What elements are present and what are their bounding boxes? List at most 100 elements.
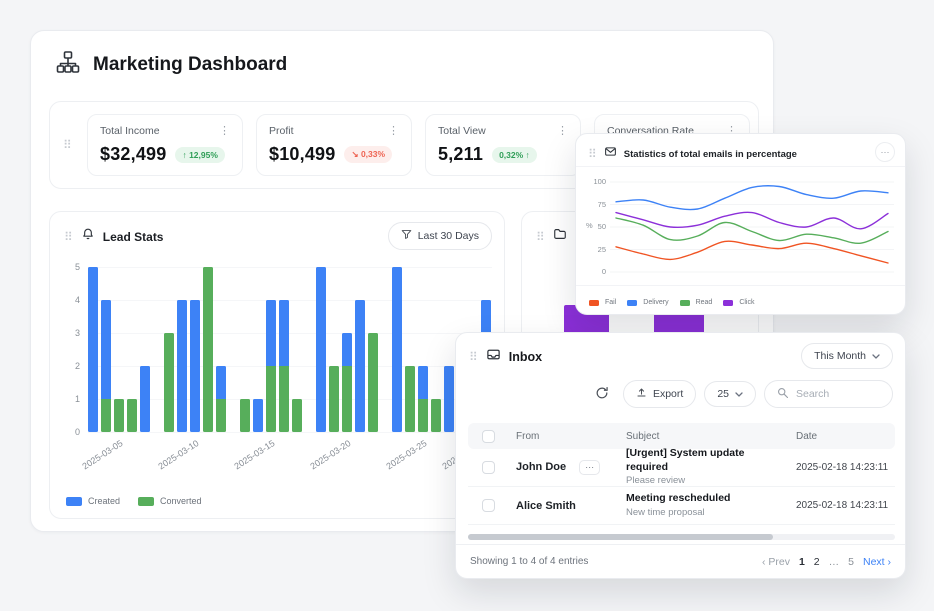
drag-handle-icon[interactable]: ⠿ — [588, 148, 597, 160]
page-button-2[interactable]: 2 — [814, 556, 820, 568]
created-segment — [140, 366, 150, 432]
fail-legend-chip — [589, 300, 599, 306]
email-subject: [Urgent] System update required — [626, 447, 788, 474]
converted-segment — [266, 366, 276, 432]
date-range-filter-button[interactable]: Last 30 Days — [388, 222, 492, 250]
drag-handle-icon[interactable]: ⠿ — [469, 351, 478, 363]
legend-label: Converted — [160, 496, 202, 506]
stacked-bar — [444, 366, 454, 432]
folder-icon — [553, 227, 567, 246]
horizontal-scrollbar[interactable] — [468, 534, 895, 540]
period-filter-label: This Month — [814, 350, 866, 362]
created-segment — [216, 366, 226, 399]
trend-badge: 0,32% ↑ — [492, 147, 537, 163]
chevron-down-icon — [872, 350, 880, 362]
inbox-card: ⠿ Inbox This Month — [455, 332, 906, 579]
delivery-line — [616, 186, 888, 210]
created-segment — [392, 267, 402, 432]
stat-card-total-income: Total Income ⋮ $32,499 ↑ 12,95% — [87, 114, 243, 176]
y-axis-tick: 1 — [75, 394, 80, 404]
search-box[interactable] — [764, 380, 893, 408]
stacked-bar — [127, 399, 137, 432]
converted-segment — [164, 333, 174, 432]
column-header-from: From — [508, 431, 618, 442]
click-line — [616, 212, 888, 229]
fail-line — [616, 241, 888, 263]
stacked-bar — [355, 300, 365, 432]
divider — [576, 166, 905, 167]
legend-label: Read — [696, 299, 713, 306]
refresh-icon — [595, 386, 609, 403]
created-segment — [279, 300, 289, 366]
more-menu-button[interactable]: ⋯ — [875, 142, 895, 162]
email-date: 2025-02-18 14:23:11 — [788, 500, 895, 511]
stat-label: Profit — [269, 125, 294, 137]
page-title: Marketing Dashboard — [93, 54, 287, 76]
converted-segment — [342, 366, 352, 432]
converted-segment — [114, 399, 124, 432]
page-button-5[interactable]: 5 — [848, 556, 854, 568]
y-axis-tick: 5 — [75, 262, 80, 272]
scrollbar-thumb[interactable] — [468, 534, 773, 540]
delivery-legend-chip — [627, 300, 637, 306]
converted-segment — [240, 399, 250, 432]
table-row[interactable]: Alice Smith Meeting rescheduled New time… — [468, 487, 895, 525]
stacked-bar — [418, 366, 428, 432]
y-axis-tick: 25 — [598, 245, 606, 254]
pagination: ‹ Prev 1 2 … 5 Next › — [762, 556, 891, 568]
table-header-row: From Subject Date — [468, 423, 895, 449]
column-header-subject: Subject — [618, 431, 788, 442]
drag-handle-icon[interactable]: ⠿ — [63, 139, 72, 151]
page-size-select[interactable]: 25 — [704, 381, 756, 407]
period-filter-button[interactable]: This Month — [801, 343, 893, 369]
kebab-menu-icon[interactable]: ⋮ — [388, 126, 399, 137]
converted-segment — [431, 399, 441, 432]
lead-stats-card: ⠿ Lead Stats Last 30 Days 012345 — [49, 211, 505, 519]
row-checkbox[interactable] — [482, 499, 495, 512]
click-legend-chip — [723, 300, 733, 306]
export-button[interactable]: Export — [623, 380, 696, 408]
drag-handle-icon[interactable]: ⠿ — [64, 231, 73, 243]
y-axis-tick: 4 — [75, 295, 80, 305]
divider — [576, 285, 905, 286]
drag-handle-icon[interactable]: ⠿ — [536, 231, 545, 243]
stacked-bar — [190, 300, 200, 432]
page-size-value: 25 — [717, 388, 729, 400]
stacked-bar — [279, 300, 289, 432]
sender-name: Alice Smith — [516, 500, 576, 512]
y-axis-tick: 3 — [75, 328, 80, 338]
column-header-date: Date — [788, 431, 895, 442]
y-axis-tick: 75 — [598, 200, 606, 209]
created-segment — [190, 300, 200, 432]
refresh-button[interactable] — [589, 381, 615, 407]
row-checkbox[interactable] — [482, 461, 495, 474]
next-page-button[interactable]: Next › — [863, 556, 891, 568]
search-input[interactable] — [794, 387, 880, 401]
created-segment — [88, 267, 98, 432]
read-legend-chip — [680, 300, 690, 306]
converted-segment — [329, 366, 339, 432]
stacked-bar — [203, 267, 213, 432]
select-all-checkbox[interactable] — [482, 430, 495, 443]
email-stats-card: ⠿ Statistics of total emails in percenta… — [575, 133, 906, 315]
prev-page-button[interactable]: ‹ Prev — [762, 556, 790, 568]
y-axis-tick: 100 — [593, 177, 606, 186]
table-row[interactable]: John Doe ⋯ [Urgent] System update requir… — [468, 449, 895, 487]
page-button-1[interactable]: 1 — [799, 556, 805, 568]
trend-badge: ↘ 0,33% — [344, 146, 392, 163]
x-axis-label: 2025-03-20 — [308, 438, 352, 471]
row-more-button[interactable]: ⋯ — [579, 460, 600, 475]
x-axis-label: 2025-03-10 — [156, 438, 200, 471]
filter-label: Last 30 Days — [418, 230, 479, 242]
upload-icon — [636, 387, 647, 401]
kebab-menu-icon[interactable]: ⋮ — [557, 126, 568, 137]
inbox-footer: Showing 1 to 4 of 4 entries ‹ Prev 1 2 …… — [456, 544, 905, 578]
stacked-bar — [329, 366, 339, 432]
bars-row — [392, 267, 454, 432]
email-date: 2025-02-18 14:23:11 — [788, 462, 895, 473]
kebab-menu-icon[interactable]: ⋮ — [219, 126, 230, 137]
card-title: Statistics of total emails in percentage — [624, 149, 797, 160]
y-axis-tick: 50 — [598, 222, 606, 231]
legend-item: Delivery — [627, 299, 668, 306]
legend-label: Click — [739, 299, 754, 306]
